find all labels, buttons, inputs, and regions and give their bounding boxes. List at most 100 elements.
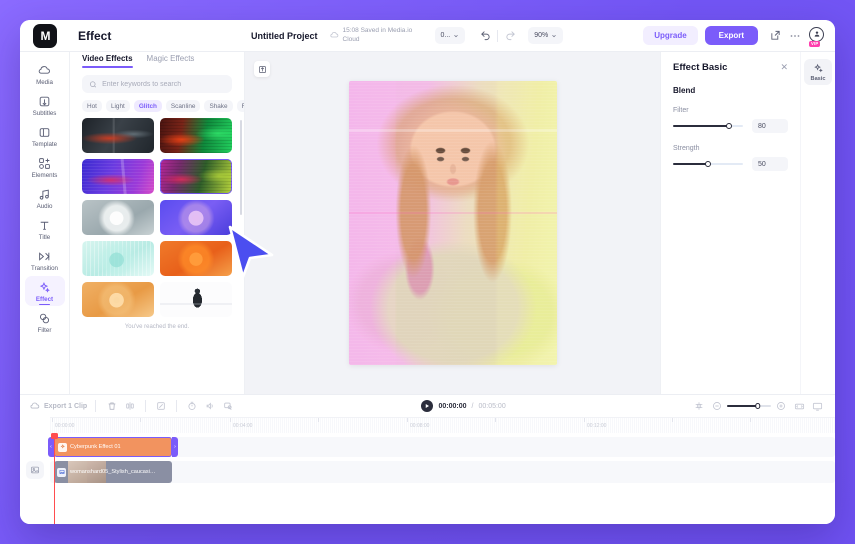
effects-library-panel: Video Effects Magic Effects Hot Light Gl… [70,52,245,394]
media-track-icon[interactable] [26,461,44,479]
sidebar-item-subtitles[interactable]: Subtitles [25,90,65,120]
zoom-out-icon [713,402,721,410]
effect-thumb-9[interactable] [82,282,154,317]
sidebar-item-effect[interactable]: Effect [24,276,65,306]
detach-clip-button[interactable] [220,398,236,414]
ruler-tick [750,418,751,422]
search-icon [89,80,97,87]
video-lane[interactable]: womanshard05_Stylish_caucasian_... [50,461,835,483]
slider-knob[interactable] [726,123,732,129]
timeline-toolbar: Export 1 Clip 00:00:00 / 00:05:00 [20,395,835,417]
project-name[interactable]: Untitled Project [251,31,318,41]
export-button[interactable]: Export [704,26,758,45]
sidebar-item-label: Subtitles [32,110,57,117]
library-scrollbar[interactable] [239,120,242,215]
canvas-fit-button[interactable] [254,61,270,77]
effect-thumb-6[interactable] [160,200,232,235]
tab-video-effects[interactable]: Video Effects [82,54,133,68]
play-button[interactable] [421,400,434,412]
effect-thumb-5[interactable] [82,200,154,235]
app-logo[interactable]: M [33,23,57,48]
sidebar-item-transition[interactable]: Transition [25,245,65,275]
chip-light[interactable]: Light [105,100,130,112]
zoom-in-button[interactable] [773,398,789,414]
current-time: 00:00:00 [438,402,467,410]
playhead-handle[interactable] [51,433,58,439]
ruler-tick [140,418,141,422]
snap-toggle-button[interactable] [691,398,707,414]
search-input[interactable] [102,80,225,88]
effect-thumb-3[interactable] [82,159,154,194]
ruler-tick [672,418,673,422]
inspector-tab-basic[interactable]: Basic [804,59,832,85]
play-icon [426,404,430,408]
save-status-text: 15:08 Saved in Media.io Cloud [342,27,413,43]
effect-lane[interactable]: ‹ Cyberpunk Effect 01 › [48,437,835,457]
strength-slider-row: 50 [673,157,788,171]
chip-hot[interactable]: Hot [82,100,102,112]
sidebar-item-filter[interactable]: Filter [25,307,65,337]
chip-glitch[interactable]: Glitch [133,100,162,112]
share-button[interactable] [765,26,785,46]
effect-clip-icon [58,442,67,452]
timeline-ruler[interactable]: 00:00:00 00:04:00 00:08:00 00:12:00 [50,417,835,433]
track-rail [20,433,50,524]
playhead[interactable] [51,433,58,524]
image-icon [59,469,64,475]
export-clip-button[interactable]: Export 1 Clip [30,401,87,411]
effect-thumb-2[interactable] [160,118,232,153]
filter-slider[interactable] [673,121,743,131]
volume-clip-button[interactable] [202,398,218,414]
filter-value[interactable]: 80 [752,119,788,133]
split-clip-button[interactable] [122,398,138,414]
redo-button[interactable] [500,26,520,46]
user-icon [814,31,819,37]
preview-render-button[interactable] [809,398,825,414]
chip-shake[interactable]: Shake [204,100,233,112]
effect-thumb-10[interactable] [160,282,232,317]
zoom-select[interactable]: 90% [528,27,564,44]
brand-zone: M [20,23,70,48]
sidebar-item-title[interactable]: Title [25,214,65,244]
speed-clip-button[interactable] [184,398,200,414]
zoom-out-button[interactable] [709,398,725,414]
upgrade-button[interactable]: Upgrade [643,26,698,45]
account-menu[interactable]: VIP [809,26,825,47]
close-icon[interactable]: ✕ [780,63,788,72]
fit-timeline-button[interactable] [791,398,807,414]
image-icon [31,466,39,474]
undo-button[interactable] [475,26,495,46]
strength-slider[interactable] [673,159,743,169]
undo-icon [480,31,490,41]
sidebar-item-template[interactable]: Template [25,121,65,151]
tab-magic-effects[interactable]: Magic Effects [147,54,195,68]
sidebar-item-elements[interactable]: Elements [25,152,65,182]
ratio-select[interactable]: 0... [434,27,466,44]
video-clip[interactable]: womanshard05_Stylish_caucasian_... [54,461,172,483]
clip-handle-right[interactable]: › [172,437,178,457]
crop-icon [157,402,165,410]
crop-clip-button[interactable] [153,398,169,414]
strength-value[interactable]: 50 [752,157,788,171]
video-preview[interactable] [348,81,557,365]
sidebar-item-audio[interactable]: Audio [25,183,65,213]
inspector-panel: Effect Basic ✕ Blend Filter 80 Strength [660,52,800,394]
more-options-button[interactable] [785,26,805,46]
ruler-label: 00:08:00 [410,423,430,429]
sidebar-item-media[interactable]: Media [25,59,65,89]
inspector-rail: Basic [800,52,835,394]
chip-scanline[interactable]: Scanline [165,100,201,112]
title-icon [40,221,49,230]
search-box[interactable] [82,75,232,93]
timeline-zoom-slider[interactable] [727,401,772,411]
effect-thumb-1[interactable] [82,118,154,153]
effect-thumb-4[interactable] [160,159,232,194]
effect-thumb-7[interactable] [82,241,154,276]
effect-clip[interactable]: ‹ Cyberpunk Effect 01 › [48,437,178,457]
slider-knob[interactable] [755,403,761,409]
effect-thumb-8[interactable] [160,241,232,276]
slider-knob[interactable] [705,161,711,167]
ruler-tick [52,418,53,422]
delete-clip-button[interactable] [104,398,120,414]
chip-flicker[interactable]: Flicker [236,100,244,112]
